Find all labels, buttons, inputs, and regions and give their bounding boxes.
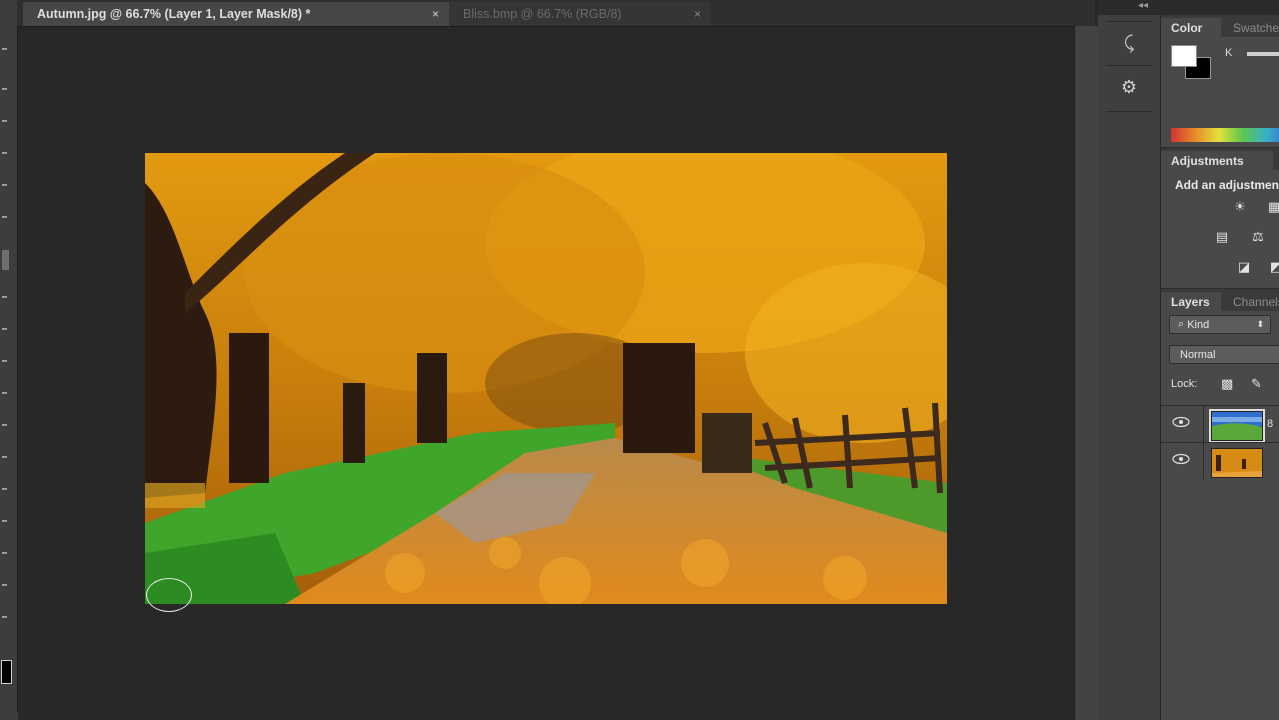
tool-marker[interactable] bbox=[2, 424, 7, 426]
divider bbox=[1106, 65, 1152, 66]
tab-adjustments[interactable]: Adjustments bbox=[1161, 151, 1273, 170]
tab-color[interactable]: Color bbox=[1161, 18, 1221, 37]
adjustments-panel-tabs: Adjustments bbox=[1161, 148, 1279, 170]
balance-icon[interactable]: ⚖ bbox=[1249, 229, 1267, 245]
tool-marker[interactable] bbox=[2, 520, 7, 522]
vibrance-icon[interactable]: ◩ bbox=[1267, 259, 1279, 275]
search-icon: ⌕ bbox=[1178, 318, 1188, 330]
lock-transparent-icon[interactable]: ▩ bbox=[1221, 376, 1233, 392]
chevron-updown-icon: ⬍ bbox=[1256, 319, 1264, 329]
tool-marker[interactable] bbox=[2, 584, 7, 586]
tab-title: Autumn.jpg @ 66.7% (Layer 1, Layer Mask/… bbox=[37, 7, 311, 21]
adjustments-title: Add an adjustment bbox=[1175, 178, 1279, 192]
k-slider[interactable] bbox=[1247, 52, 1279, 56]
tool-marker[interactable] bbox=[2, 616, 7, 618]
tab-layers[interactable]: Layers bbox=[1161, 292, 1221, 311]
document-tab-bar: Autumn.jpg @ 66.7% (Layer 1, Layer Mask/… bbox=[17, 0, 1095, 27]
close-icon[interactable]: × bbox=[694, 7, 701, 21]
adjustments-panel: Adjustments Add an adjustment ☀ ▦ ▤ ⚖ ◪ … bbox=[1161, 148, 1279, 289]
layer-row[interactable] bbox=[1161, 442, 1279, 479]
tab-title: Bliss.bmp @ 66.7% (RGB/8) bbox=[463, 7, 622, 21]
layer-thumbnail-autumn[interactable] bbox=[1211, 448, 1263, 478]
visibility-eye-icon[interactable] bbox=[1171, 453, 1191, 467]
tool-marker[interactable] bbox=[2, 392, 7, 394]
history-brush-icon[interactable]: ⤹ bbox=[1112, 27, 1146, 59]
visibility-eye-icon[interactable] bbox=[1171, 416, 1191, 430]
tab-bliss-document[interactable]: Bliss.bmp @ 66.7% (RGB/8) × bbox=[449, 2, 711, 26]
tool-marker[interactable] bbox=[2, 488, 7, 490]
layer-filter-value: Kind bbox=[1187, 318, 1210, 331]
foreground-color-swatch[interactable] bbox=[1171, 45, 1197, 67]
layer-thumbnail-bliss[interactable] bbox=[1209, 409, 1265, 443]
tools-panel bbox=[0, 0, 18, 720]
tool-marker[interactable] bbox=[2, 552, 7, 554]
vertical-scrollbar[interactable] bbox=[1074, 26, 1099, 720]
blend-mode-select[interactable]: Normal bbox=[1169, 345, 1279, 364]
foreground-background-colors[interactable] bbox=[1171, 45, 1213, 79]
tool-marker[interactable] bbox=[2, 328, 7, 330]
divider bbox=[1203, 406, 1204, 442]
tool-marker[interactable] bbox=[2, 48, 7, 50]
layer-filter-select[interactable]: ⌕ Kind ⬍ bbox=[1169, 315, 1271, 334]
layers-panel-tabs: Layers Channels bbox=[1161, 289, 1279, 311]
lock-brush-icon[interactable]: ✎ bbox=[1251, 376, 1262, 392]
autumn-photo bbox=[145, 153, 947, 604]
brightness-icon[interactable]: ☀ bbox=[1231, 199, 1249, 215]
tool-marker[interactable] bbox=[2, 360, 7, 362]
tool-marker[interactable] bbox=[2, 296, 7, 298]
lock-label: Lock: bbox=[1171, 378, 1198, 390]
color-spectrum-ramp[interactable] bbox=[1171, 128, 1279, 142]
tool-marker[interactable] bbox=[2, 88, 7, 90]
layer-row[interactable]: 8 bbox=[1161, 405, 1279, 443]
properties-icon[interactable]: ⚙ bbox=[1112, 71, 1146, 103]
divider bbox=[1106, 21, 1152, 22]
tool-marker[interactable] bbox=[2, 152, 7, 154]
collapsed-panel-icons: ⤹ ⚙ bbox=[1098, 15, 1161, 720]
tool-marker[interactable] bbox=[2, 456, 7, 458]
tab-channels[interactable]: Channels bbox=[1223, 292, 1279, 311]
color-panel: Color Swatches K bbox=[1161, 15, 1279, 148]
tool-marker[interactable] bbox=[2, 120, 7, 122]
collapse-panels-icon[interactable]: ◂◂ bbox=[1138, 0, 1148, 11]
layers-panel: Layers Channels ⌕ Kind ⬍ Normal Lock: ▩ … bbox=[1161, 289, 1279, 720]
tool-marker[interactable] bbox=[2, 184, 7, 186]
document-canvas-image[interactable] bbox=[145, 153, 947, 604]
exposure-icon[interactable]: ◪ bbox=[1235, 259, 1253, 275]
color-panel-tabs: Color Swatches bbox=[1161, 15, 1279, 37]
close-icon[interactable]: × bbox=[432, 7, 439, 21]
active-tool-marker[interactable] bbox=[2, 250, 9, 270]
divider bbox=[1106, 111, 1152, 112]
tab-swatches[interactable]: Swatches bbox=[1223, 18, 1279, 37]
mask-link-icon[interactable]: 8 bbox=[1267, 418, 1273, 430]
panel-dock-header: ◂◂ bbox=[1098, 0, 1279, 16]
brush-cursor bbox=[146, 578, 192, 612]
tool-marker[interactable] bbox=[2, 216, 7, 218]
k-slider-label: K bbox=[1225, 47, 1233, 59]
tab-autumn-document[interactable]: Autumn.jpg @ 66.7% (Layer 1, Layer Mask/… bbox=[23, 2, 449, 26]
levels-icon[interactable]: ▦ bbox=[1265, 199, 1279, 215]
curves-icon[interactable]: ▤ bbox=[1213, 229, 1231, 245]
foreground-color-swatch[interactable] bbox=[1, 660, 12, 684]
divider bbox=[1203, 443, 1204, 479]
blend-mode-value: Normal bbox=[1180, 348, 1216, 361]
